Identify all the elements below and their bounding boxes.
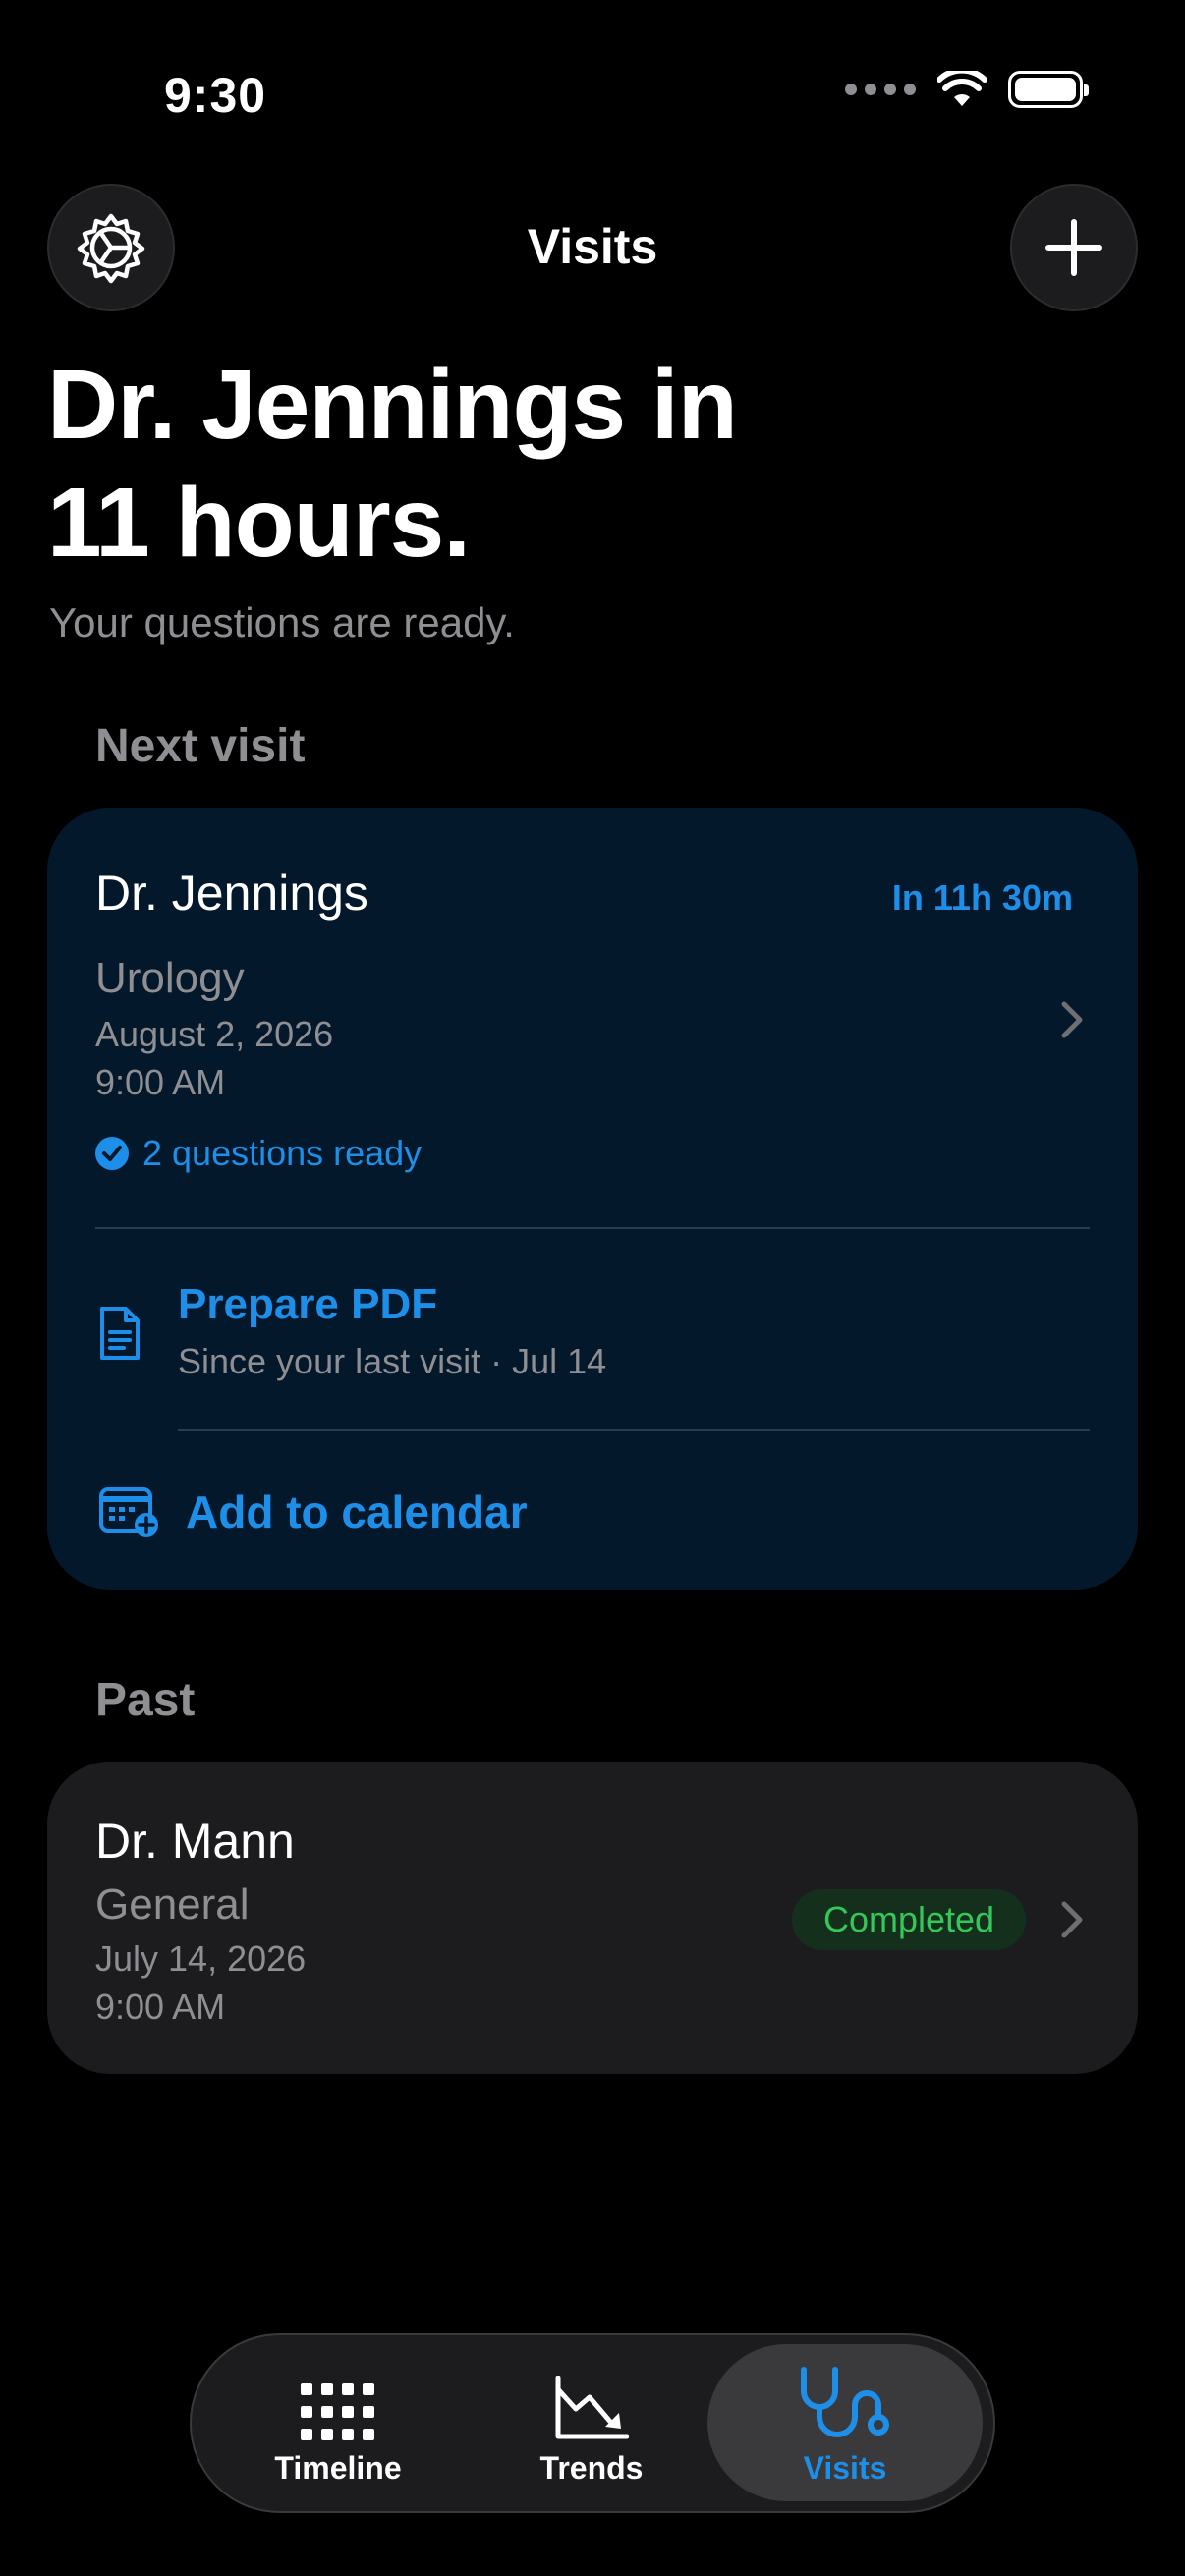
status-indicators <box>845 71 1089 108</box>
headline-line-2: 11 hours. <box>47 468 471 578</box>
divider <box>95 1227 1090 1229</box>
headline-subtitle: Your questions are ready. <box>49 599 515 645</box>
past-visit-time: 9:00 AM <box>95 1987 226 2027</box>
questions-ready-label: 2 questions ready <box>142 1133 423 1173</box>
plus-icon <box>1045 219 1102 276</box>
headline-line-1: Dr. Jennings in <box>47 350 738 460</box>
chevron-right-icon[interactable] <box>1058 1898 1086 1941</box>
signal-dots-icon <box>845 84 916 95</box>
tab-trends-label: Trends <box>539 2450 644 2486</box>
chart-icon <box>555 2376 629 2439</box>
calendar-add-icon <box>99 1487 158 1537</box>
document-icon <box>100 1307 140 1360</box>
next-visit-date: August 2, 2026 <box>95 1014 334 1054</box>
next-visit-doctor: Dr. Jennings <box>95 866 368 921</box>
add-visit-button[interactable] <box>1010 184 1138 311</box>
tab-trends[interactable]: Trends <box>454 2344 729 2501</box>
battery-icon <box>1008 71 1089 108</box>
add-to-calendar-button[interactable]: Add to calendar <box>186 1485 528 1539</box>
past-visit-date: July 14, 2026 <box>95 1938 307 1979</box>
tab-visits[interactable]: Visits <box>707 2344 983 2501</box>
prepare-pdf-subtitle: Since your last visit · Jul 14 <box>178 1341 607 1381</box>
chevron-right-icon[interactable] <box>1058 998 1086 1041</box>
prepare-pdf-button[interactable]: Prepare PDF <box>178 1280 437 1329</box>
headline: Dr. Jennings in 11 hours. <box>47 346 1138 582</box>
next-visit-card[interactable] <box>47 808 1138 1590</box>
wifi-icon <box>937 71 987 106</box>
grid-icon <box>301 2383 374 2440</box>
past-visit-specialty: General <box>95 1880 250 1929</box>
questions-ready-status[interactable]: 2 questions ready <box>95 1133 422 1174</box>
next-visit-specialty: Urology <box>95 954 245 1002</box>
next-visit-time: 9:00 AM <box>95 1062 226 1102</box>
page-title: Visits <box>527 219 658 274</box>
next-visit-section-label: Next visit <box>95 720 306 772</box>
checkmark-circle-icon <box>95 1137 129 1170</box>
tab-timeline[interactable]: Timeline <box>200 2344 476 2501</box>
divider <box>178 1429 1090 1431</box>
tab-visits-label: Visits <box>803 2450 887 2486</box>
stethoscope-icon <box>801 2367 889 2437</box>
status-time: 9:30 <box>164 68 267 123</box>
past-visit-doctor: Dr. Mann <box>95 1814 295 1869</box>
tab-timeline-label: Timeline <box>274 2450 402 2486</box>
countdown-label: In 11h 30m <box>891 877 1073 918</box>
past-section-label: Past <box>95 1674 196 1726</box>
status-badge: Completed <box>792 1889 1026 1950</box>
